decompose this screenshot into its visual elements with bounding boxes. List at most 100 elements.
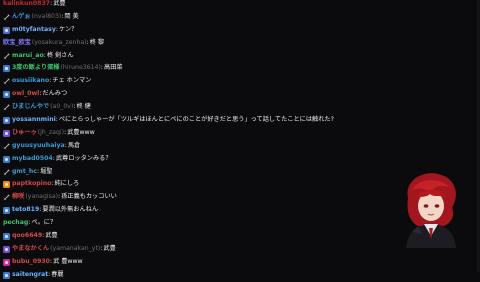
sword-badge-icon[interactable] [3, 78, 10, 85]
chat-username[interactable]: gmt_hc [12, 166, 37, 179]
subscriber-badge-icon[interactable] [3, 245, 10, 253]
chat-username[interactable]: teto819 [12, 204, 39, 217]
sword-badge-icon[interactable] [3, 194, 10, 201]
chat-message-text: チェ ホンマン [52, 77, 92, 85]
chat-separator: : [61, 12, 64, 20]
subscriber-badge-icon[interactable] [3, 207, 10, 215]
chat-username[interactable]: kalinkun0837 [3, 0, 50, 11]
chat-message-text: 武尊ロッタンみる？ [55, 154, 112, 162]
chat-message-text: ペ。に？ [31, 219, 57, 227]
chat-separator: : [100, 64, 104, 72]
chat-user-handle: (jh_zaqi) [37, 128, 64, 136]
chat-message-text: 岡 美 [64, 12, 79, 20]
chat-message-text: 堀聖 [40, 167, 53, 175]
chat-username[interactable]: yossannmini [12, 114, 56, 127]
chat-separator: : [64, 141, 67, 149]
chat-message: 欧宝_欧宝 (yosakura_zenha): 柊 黎 [0, 37, 392, 50]
chat-message: ひまじんやで (a0_0v): 柊 健 [0, 101, 392, 114]
chat-message: gmt_hc: 堀聖 [0, 166, 392, 179]
chat-separator: : [39, 90, 42, 98]
chat-message-text: 武豊 [53, 0, 66, 7]
sword-badge-icon[interactable] [3, 14, 10, 21]
chat-user-handle: (nval803) [31, 12, 62, 20]
chat-username[interactable]: pechag [3, 217, 28, 230]
chat-separator: : [64, 128, 67, 136]
sword-badge-icon[interactable] [3, 143, 10, 150]
chat-message-text: 高田菜 [104, 64, 123, 72]
chat-log: kalinkun0837: 武豊 んゲぉ (nval803): 岡 美 m0tyfanta… [0, 0, 392, 282]
chat-separator: : [50, 0, 53, 7]
chat-message-text: 孫正義もカッコいい [61, 193, 117, 201]
subscriber-badge-icon[interactable] [3, 271, 10, 279]
chat-message-text: 純にしろ [54, 180, 80, 188]
chat-username[interactable]: bubu_0930 [12, 256, 50, 269]
chat-separator: : [39, 206, 42, 214]
subscriber-badge-icon[interactable] [3, 181, 10, 189]
chat-username[interactable]: paptkopino [12, 178, 51, 191]
chat-user-handle: (yanagisa) [25, 193, 59, 201]
chat-message: osusiikano: チェ ホンマン [0, 75, 392, 88]
chat-message-text: ぺにとらっしゃーが「ツルギはほんとにペにのことが好きだと思う」って話してたことに… [58, 116, 334, 124]
chat-username[interactable]: osusiikano [12, 75, 49, 88]
chat-separator: : [58, 193, 61, 201]
chat-message-text: だんみつ [42, 90, 68, 98]
sword-badge-icon[interactable] [3, 168, 10, 176]
chat-separator: : [51, 180, 54, 188]
chat-user-handle: (a0_0v) [50, 103, 74, 111]
chat-username[interactable]: ひまじんやで [12, 101, 49, 114]
chat-separator: : [55, 25, 58, 33]
chat-message: ひゅーゥ (jh_zaqi): 武豊www [0, 127, 392, 140]
chat-message: marui_ao: 柊 剣さん [0, 50, 392, 63]
chat-message: yossannmini: ぺにとらっしゃーが「ツルギはほんとにペにのことが好きだと… [0, 114, 392, 127]
chat-message: saitengrat: 春麗 [0, 269, 392, 282]
sword-badge-icon[interactable] [3, 104, 10, 111]
chat-separator: : [43, 51, 46, 59]
chat-username[interactable]: m0tyfantasy [12, 24, 56, 37]
chat-message: qoo6649: 武豊 [0, 230, 392, 243]
subscriber-badge-icon[interactable] [3, 26, 10, 34]
chat-message: gyuusyuuhaiya: 馬倉 [0, 140, 392, 153]
subscriber-badge-icon[interactable] [3, 232, 10, 240]
subscriber-badge-icon[interactable] [3, 258, 10, 266]
chat-message-text: 柊 剣さん [46, 51, 74, 59]
subscriber-badge-icon[interactable] [3, 129, 10, 137]
subscriber-badge-icon[interactable] [3, 91, 10, 99]
chat-username[interactable]: 欧宝_欧宝 [3, 37, 31, 50]
chat-username[interactable]: んゲぉ [12, 11, 31, 24]
chat-username[interactable]: 柳咲 [12, 191, 24, 204]
chat-username[interactable]: saitengrat [12, 269, 48, 282]
chat-username[interactable]: gyuusyuuhaiya [12, 140, 65, 153]
chat-message-text: 馬倉 [67, 141, 81, 149]
chat-separator: : [100, 244, 103, 252]
subscriber-badge-icon[interactable] [3, 155, 10, 163]
chat-message-text: 武豊 [45, 232, 58, 240]
chat-user-handle: (yamanakan_yt) [50, 244, 101, 252]
subscriber-badge-icon[interactable] [3, 65, 10, 73]
chat-username[interactable]: mybad0504 [12, 153, 53, 166]
chat-username[interactable]: marui_ao [12, 50, 44, 63]
chat-username[interactable]: qoo6649 [12, 230, 42, 243]
chat-message: mybad0504: 武尊ロッタンみる？ [0, 153, 392, 166]
chat-message-text: 武 豊www [53, 257, 83, 265]
chat-message-text: 武豊 [103, 244, 116, 252]
chat-message-text: 要潤以外無おんねん [42, 206, 99, 214]
chat-username[interactable]: owl_0wl [12, 88, 39, 101]
chat-message-text: ケン？ [58, 25, 78, 33]
chat-message-text: 柊 黎 [89, 38, 105, 46]
streamer-avatar [406, 173, 456, 248]
chat-username[interactable]: やまなかくん [12, 243, 49, 256]
chat-message: bubu_0930: 武 豊www [0, 256, 392, 269]
chat-message: pechag: ペ。に？ [0, 217, 392, 230]
chat-username[interactable]: 3度の飯より蛋様 [12, 62, 60, 75]
chat-message: kalinkun0837: 武豊 [0, 0, 392, 11]
chat-message: owl_0wl: だんみつ [0, 88, 392, 101]
chat-separator: : [42, 232, 45, 240]
subscriber-badge-icon[interactable] [3, 116, 10, 124]
chat-message: 3度の飯より蛋様 (hirune3614): 高田菜 [0, 62, 392, 75]
chat-separator: : [73, 103, 76, 111]
chat-message-text: 武豊www [67, 128, 95, 136]
chat-separator: : [55, 116, 58, 124]
sword-badge-icon[interactable] [3, 52, 10, 60]
chat-username[interactable]: ひゅーゥ [12, 127, 37, 140]
chat-separator: : [28, 219, 31, 227]
